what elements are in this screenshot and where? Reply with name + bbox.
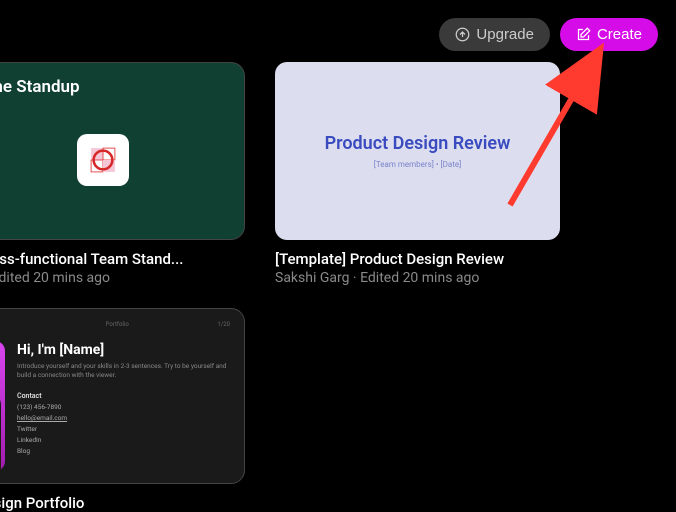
portfolio-linkedin: LinkedIn bbox=[17, 436, 230, 444]
create-icon bbox=[576, 27, 591, 42]
portfolio-intro: Introduce yourself and your skills in 2-… bbox=[17, 362, 230, 380]
card-review-sub: Sakshi Garg · Edited 20 mins ago bbox=[275, 270, 560, 286]
portfolio-phone: (123) 456-7890 bbox=[17, 403, 230, 411]
grid-col-2: Product Design Review [Team members] • [… bbox=[275, 62, 560, 512]
template-grid: ame Standup e] Cross-functional Team Sta… bbox=[0, 62, 676, 512]
portfolio-top-center: Portfolio bbox=[106, 321, 129, 328]
card-review-meta: [Template] Product Design Review Sakshi … bbox=[275, 250, 560, 286]
create-button[interactable]: Create bbox=[560, 18, 658, 51]
card-review[interactable]: Product Design Review [Team members] • [… bbox=[275, 62, 560, 240]
card-review-title: [Template] Product Design Review bbox=[275, 250, 560, 268]
card-standup-meta: e] Cross-functional Team Stand... arg · … bbox=[0, 250, 245, 286]
card-review-thumb-title: Product Design Review bbox=[325, 133, 511, 154]
logo-icon bbox=[77, 134, 129, 186]
portfolio-email: hello@email.com bbox=[17, 414, 230, 422]
portfolio-blog: Blog bbox=[17, 447, 230, 455]
card-standup[interactable]: ame Standup bbox=[0, 62, 245, 240]
upgrade-icon bbox=[455, 27, 470, 42]
card-portfolio-title: e] Design Portfolio bbox=[0, 494, 245, 512]
card-standup-thumb-title: ame Standup bbox=[0, 77, 226, 97]
portfolio-body: Portfolio 1/20 Hi, I'm [Name] Introduce … bbox=[17, 321, 230, 471]
portfolio-hi: Hi, I'm [Name] bbox=[17, 342, 230, 358]
card-standup-sub: arg · Edited 20 mins ago bbox=[0, 270, 245, 286]
card-portfolio[interactable]: Portfolio 1/20 Hi, I'm [Name] Introduce … bbox=[0, 308, 245, 484]
card-portfolio-meta: e] Design Portfolio bbox=[0, 494, 245, 512]
portfolio-contact-heading: Contact bbox=[17, 392, 230, 400]
card-review-thumb-sub: [Team members] • [Date] bbox=[374, 160, 461, 169]
portfolio-twitter: Twitter bbox=[17, 425, 230, 433]
topbar: Upgrade Create bbox=[439, 18, 658, 51]
portrait-image bbox=[0, 341, 5, 471]
upgrade-label: Upgrade bbox=[476, 26, 534, 43]
card-standup-title: e] Cross-functional Team Stand... bbox=[0, 250, 245, 268]
create-label: Create bbox=[597, 26, 642, 43]
grid-col-1: ame Standup e] Cross-functional Team Sta… bbox=[0, 62, 245, 512]
portfolio-top-right: 1/20 bbox=[217, 321, 230, 328]
upgrade-button[interactable]: Upgrade bbox=[439, 18, 550, 51]
